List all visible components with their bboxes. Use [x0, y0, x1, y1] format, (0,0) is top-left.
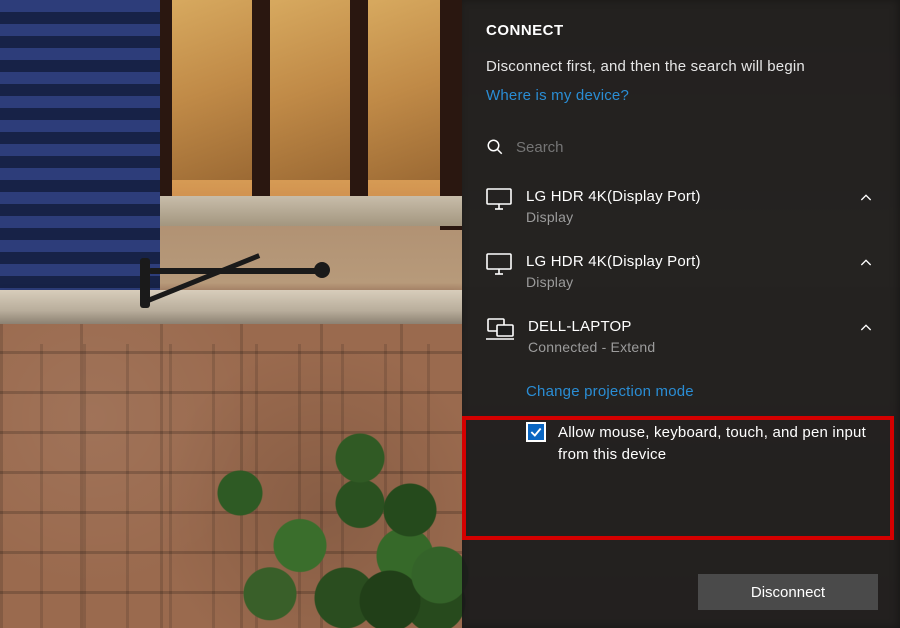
- chevron-up-icon[interactable]: [858, 190, 874, 210]
- allow-input-checkbox[interactable]: [526, 422, 546, 442]
- allow-input-label: Allow mouse, keyboard, touch, and pen in…: [558, 422, 880, 466]
- monitor-icon: [486, 253, 512, 275]
- device-sub: Display: [526, 274, 880, 290]
- device-name: LG HDR 4K(Display Port): [526, 188, 880, 205]
- search-row[interactable]: [486, 138, 880, 156]
- panel-subtitle: Disconnect first, and then the search wi…: [486, 57, 880, 77]
- device-name: LG HDR 4K(Display Port): [526, 253, 880, 270]
- connect-panel: CONNECT Disconnect first, and then the s…: [462, 0, 900, 628]
- device-sub: Connected - Extend: [528, 339, 880, 355]
- chevron-up-icon[interactable]: [858, 320, 874, 340]
- disconnect-button[interactable]: Disconnect: [698, 574, 878, 610]
- panel-title: CONNECT: [486, 22, 880, 39]
- device-detail: Change projection mode Allow mouse, keyb…: [526, 377, 880, 466]
- device-sub: Display: [526, 209, 880, 225]
- device-item[interactable]: LG HDR 4K(Display Port) Display: [486, 239, 880, 304]
- monitor-icon: [486, 188, 512, 210]
- device-item[interactable]: LG HDR 4K(Display Port) Display: [486, 174, 880, 239]
- laptop-icon: [486, 318, 514, 340]
- search-icon: [486, 138, 504, 156]
- device-name: DELL-LAPTOP: [528, 318, 880, 335]
- device-item-connected[interactable]: DELL-LAPTOP Connected - Extend: [486, 304, 880, 369]
- change-projection-mode-link[interactable]: Change projection mode: [526, 383, 694, 400]
- where-is-my-device-link[interactable]: Where is my device?: [486, 87, 629, 104]
- chevron-up-icon[interactable]: [858, 255, 874, 275]
- search-input[interactable]: [516, 139, 880, 156]
